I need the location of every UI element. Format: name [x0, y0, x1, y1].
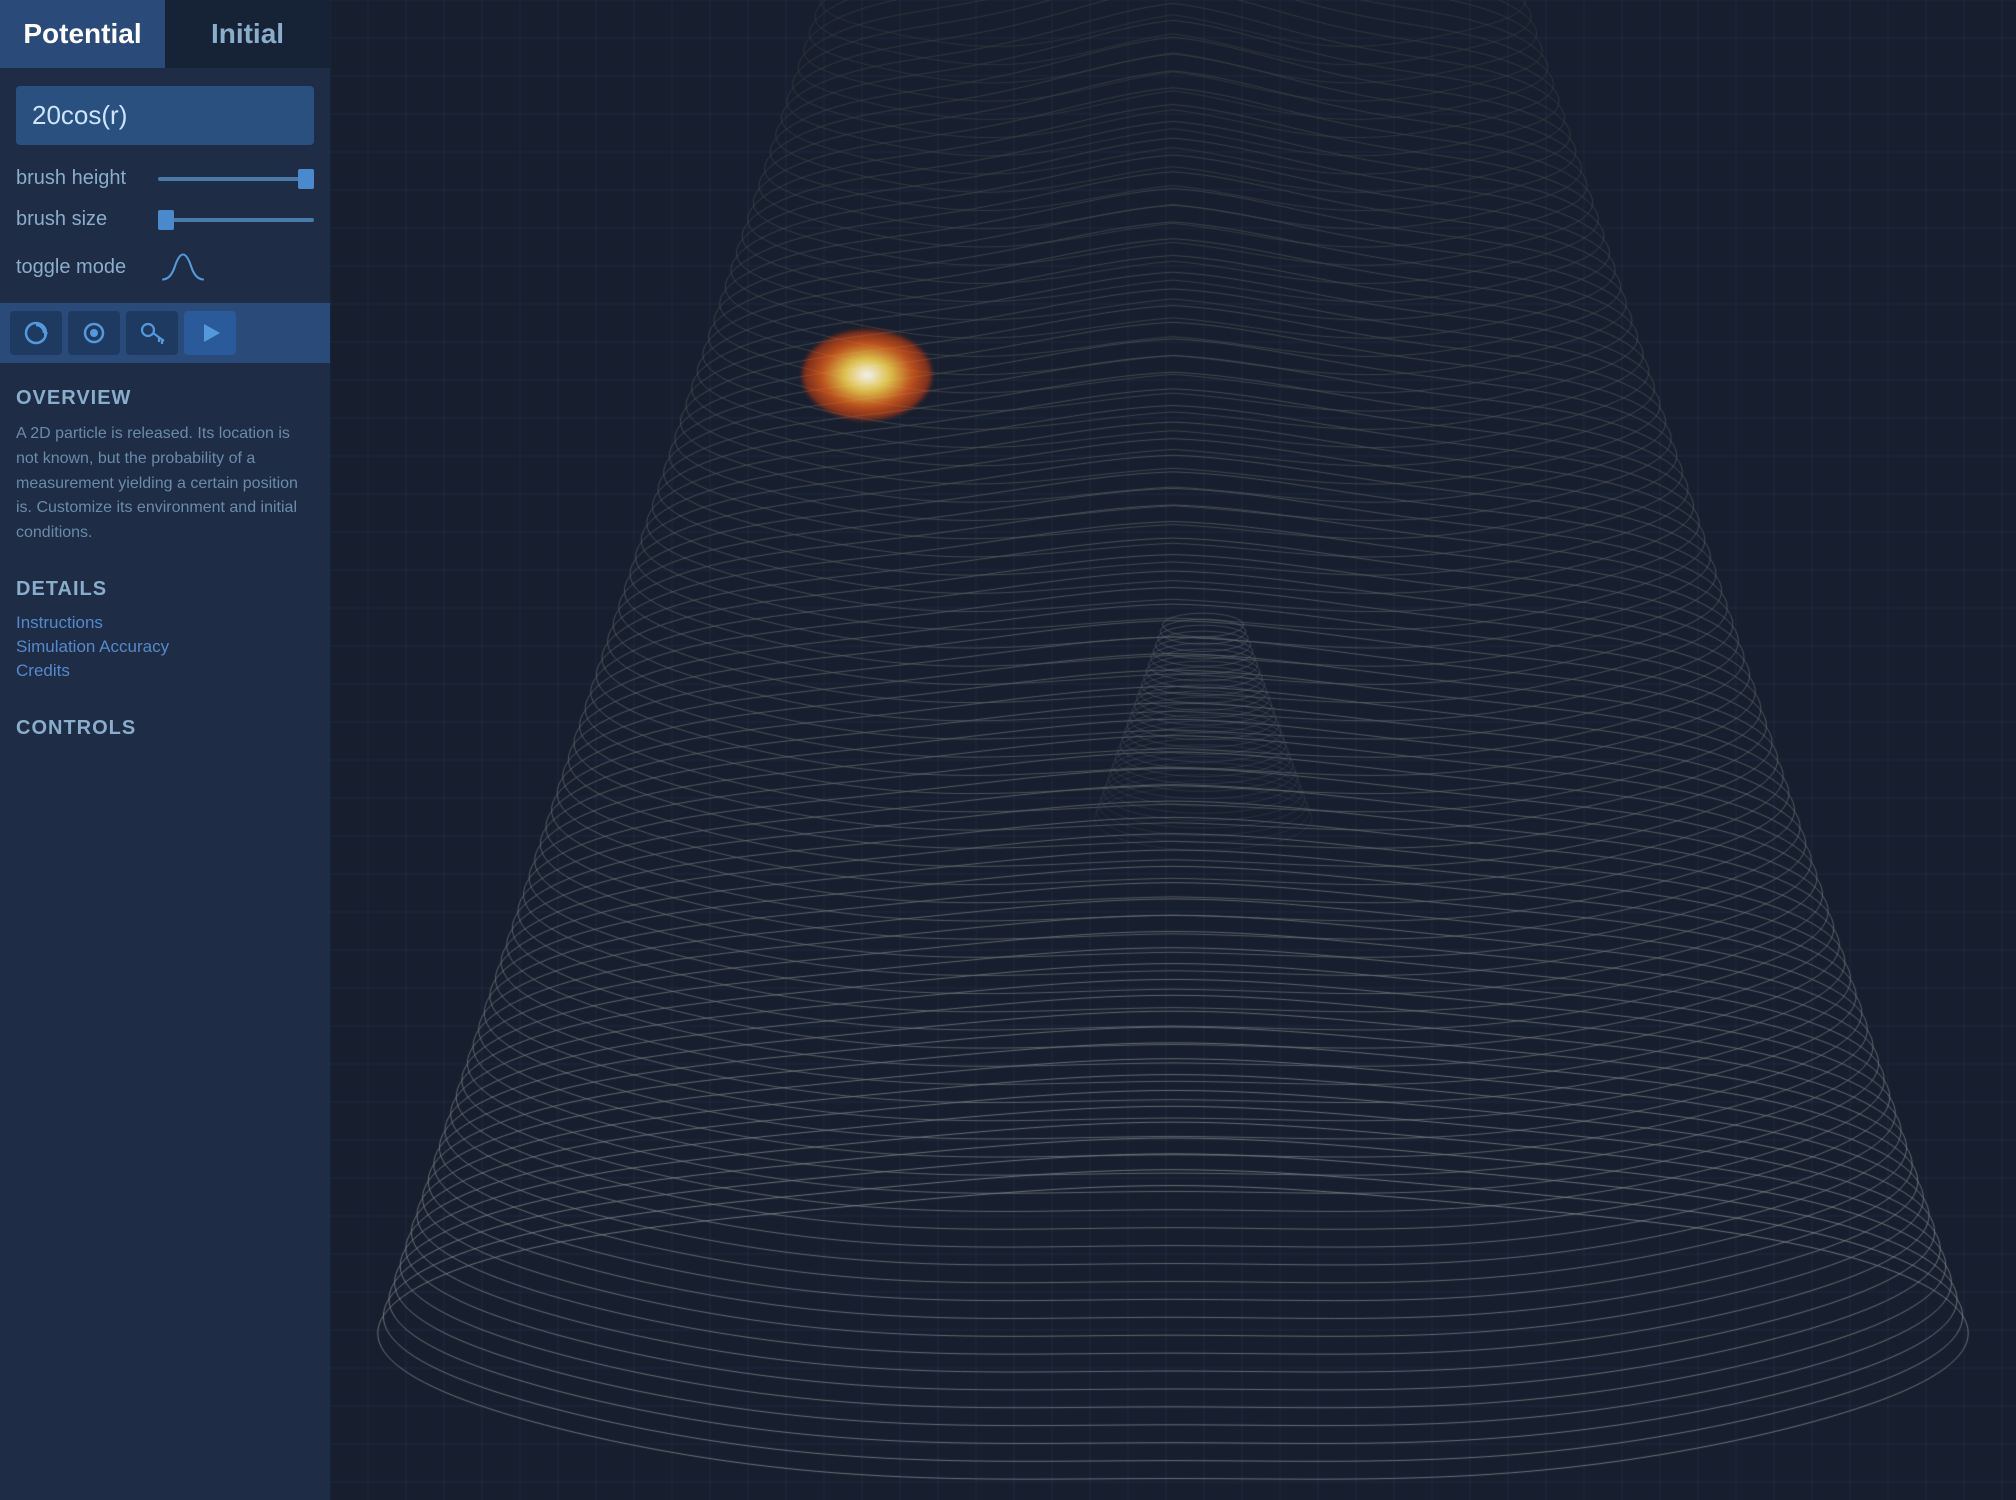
overview-title: OVERVIEW: [16, 387, 314, 410]
brush-size-row: brush size: [16, 208, 314, 231]
wave-visualization: [330, 0, 2016, 1500]
brush-size-slider[interactable]: [158, 218, 314, 222]
glow-highlight: [802, 330, 932, 420]
sidebar: Potential Initial brush height brush siz…: [0, 0, 330, 1500]
toolbar-play-button[interactable]: [184, 311, 236, 355]
formula-input[interactable]: [16, 86, 314, 145]
toggle-mode-label: toggle mode: [16, 256, 146, 279]
overview-section: OVERVIEW A 2D particle is released. Its …: [0, 363, 330, 558]
brush-height-row: brush height: [16, 167, 314, 190]
tab-initial[interactable]: Initial: [165, 0, 330, 68]
toggle-mode-icon[interactable]: [158, 249, 208, 285]
link-instructions[interactable]: Instructions: [16, 613, 314, 633]
canvas-area[interactable]: [330, 0, 2016, 1500]
link-credits[interactable]: Credits: [16, 661, 314, 681]
formula-section: [0, 68, 330, 157]
controls-bottom-section: CONTROLS: [0, 697, 330, 764]
brush-height-thumb[interactable]: [298, 169, 314, 189]
tab-bar: Potential Initial: [0, 0, 330, 68]
toggle-mode-row: toggle mode: [16, 249, 314, 285]
details-section: DETAILS Instructions Simulation Accuracy…: [0, 558, 330, 697]
tab-potential[interactable]: Potential: [0, 0, 165, 68]
toolbar-reset-button[interactable]: [10, 311, 62, 355]
brush-height-label: brush height: [16, 167, 146, 190]
brush-size-thumb[interactable]: [158, 210, 174, 230]
toolbar-circle-button[interactable]: [68, 311, 120, 355]
link-simulation-accuracy[interactable]: Simulation Accuracy: [16, 637, 314, 657]
brush-height-slider[interactable]: [158, 177, 314, 181]
details-title: DETAILS: [16, 578, 314, 601]
overview-text: A 2D particle is released. Its location …: [16, 422, 314, 546]
brush-size-label: brush size: [16, 208, 146, 231]
toolbar-key-button[interactable]: [126, 311, 178, 355]
controls-title: CONTROLS: [16, 717, 314, 740]
toolbar: [0, 303, 330, 363]
controls-section: brush height brush size toggle mode: [0, 157, 330, 295]
